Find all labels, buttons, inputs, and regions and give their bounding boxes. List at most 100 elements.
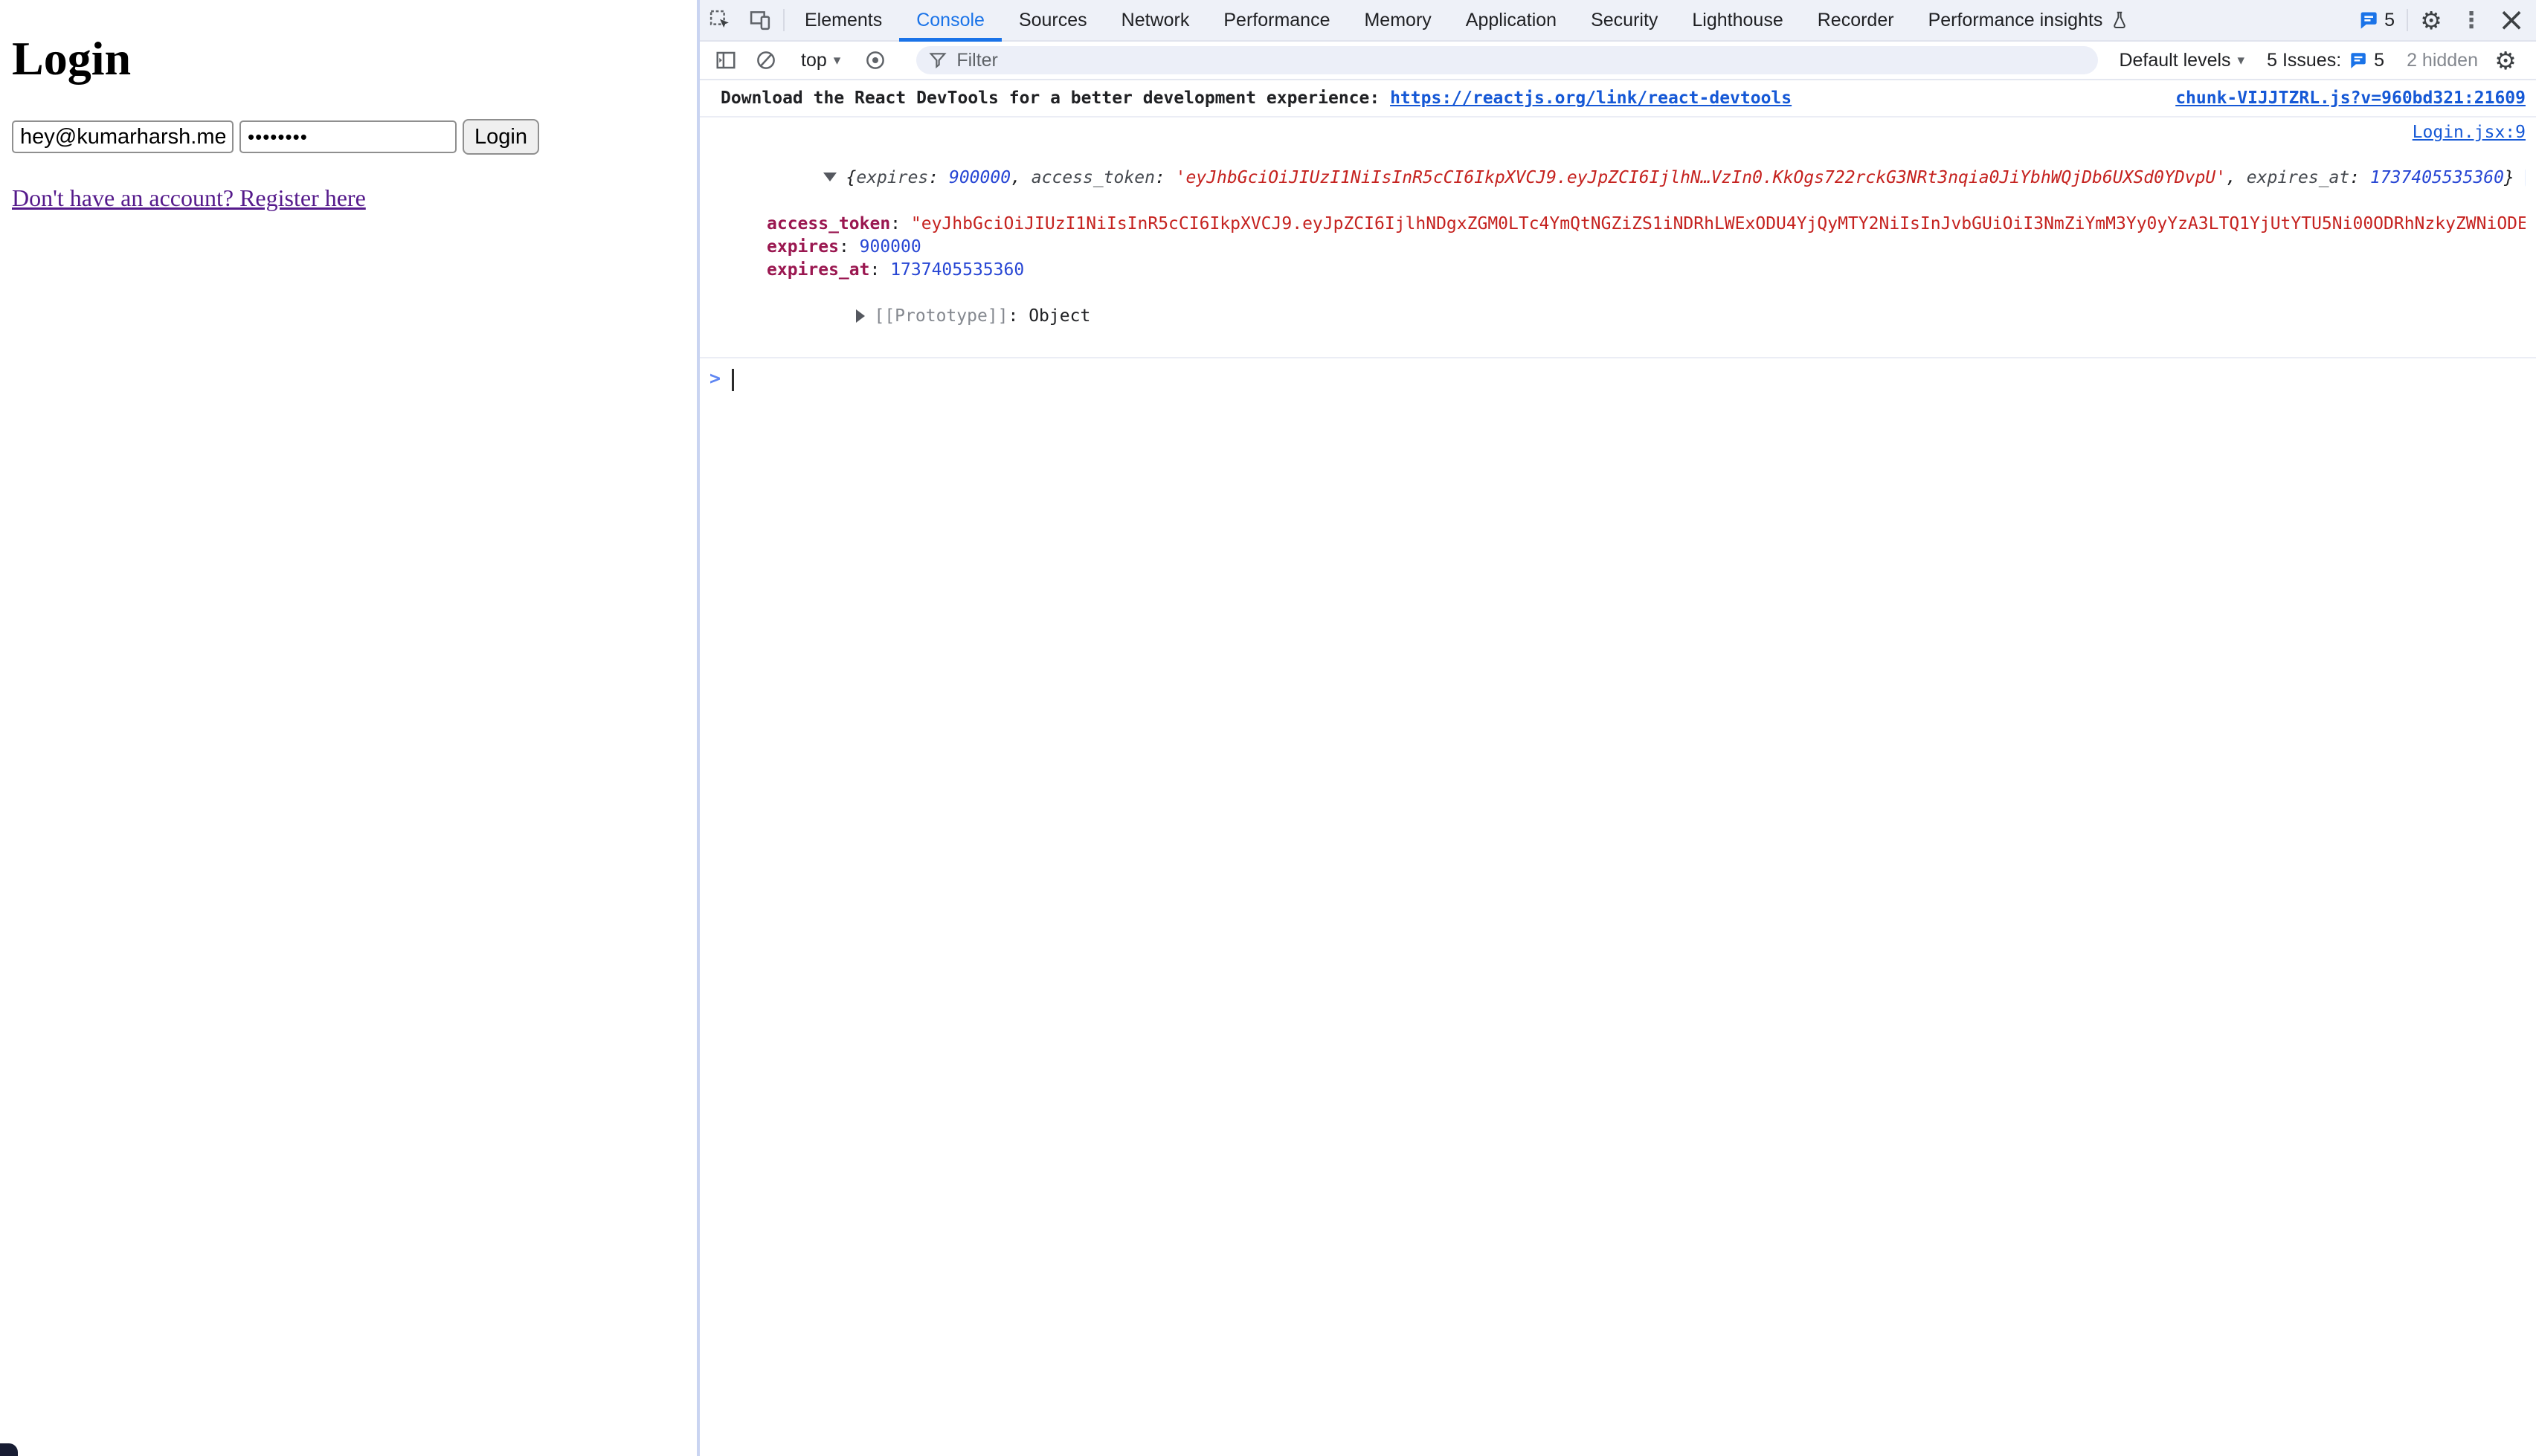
tab-security[interactable]: Security [1574,0,1675,40]
object-property-expires: expires: 900000 [721,236,2526,259]
text-cursor [732,369,734,391]
flask-icon [2110,10,2129,30]
console-message-object-log: Login.jsx:9 {expires: 900000, access_tok… [700,117,2536,358]
log-levels-selector[interactable]: Default levels ▾ [2111,50,2252,71]
gear-icon: ⚙ [2420,6,2442,35]
tab-application[interactable]: Application [1449,0,1574,40]
tab-label: Security [1591,10,1658,31]
object-prototype-line: [[Prototype]]: Object [721,282,2526,351]
tab-label: Memory [1364,10,1431,31]
info-icon[interactable]: i [2525,167,2526,188]
block-slash-icon [755,49,777,71]
console-filter-input[interactable]: Filter [916,46,2098,74]
object-property-access_token: access_token: "eyJhbGciOiJIUzI1NiIsInR5c… [721,213,2526,236]
clear-console-button[interactable] [746,49,786,71]
context-selector[interactable]: top ▾ [794,50,848,71]
dev-overlay-badge[interactable] [0,1443,18,1456]
tab-label: Recorder [1818,10,1894,31]
token-punct: , [2226,168,2247,187]
token-punct: : [928,168,949,187]
console-prompt[interactable]: > [700,358,2536,399]
issues-bubble-icon [2348,51,2367,70]
gear-icon: ⚙ [2494,46,2517,75]
issues-counter[interactable]: 5 Issues: 5 [2259,50,2392,71]
page-title: Login [12,31,697,86]
token-key: expires_at [2247,168,2349,187]
message-bubble-icon [2358,10,2378,30]
prompt-chevron-icon: > [709,367,721,389]
object-expanded-props: access_token: "eyJhbGciOiJIUzI1NiIsInR5c… [721,213,2526,282]
login-button[interactable]: Login [463,119,539,155]
property-value: 900000 [860,237,921,257]
inspect-cursor-icon [709,9,731,31]
tab-recorder[interactable]: Recorder [1800,0,1911,40]
object-property-expires_at: expires_at: 1737405535360 [721,259,2526,282]
devtools-close-button[interactable]: × [2491,0,2532,40]
login-page: Login Login Don't have an account? Regis… [0,0,697,1456]
devtools-panel: Elements Console Sources Network Performance… [700,0,2536,1456]
react-devtools-link[interactable]: https://reactjs.org/link/react-devtools [1390,88,1792,108]
browser-viewport: Login Login Don't have an account? Regis… [0,0,2536,1456]
hidden-messages-label[interactable]: 2 hidden [2399,50,2485,71]
devtools-tabs: Elements Console Sources Network Performance… [788,0,2146,40]
login-form: Login [12,119,697,155]
email-field[interactable] [12,120,234,153]
devtools-settings-button[interactable]: ⚙ [2411,0,2451,40]
eye-icon [864,49,886,71]
toolbar-separator [783,9,785,31]
tab-lighthouse[interactable]: Lighthouse [1675,0,1800,40]
tab-label: Elements [805,10,882,31]
property-key: access_token [767,214,890,233]
chevron-down-icon: ▾ [2238,52,2245,68]
kebab-menu-icon: ⋮ [2460,7,2482,33]
source-location-link[interactable]: chunk-VIJJTZRL.js?v=960bd321:21609 [2175,87,2526,109]
issues-count: 5 [2374,50,2384,71]
object-preview-tokens: {expires: 900000, access_token: 'eyJhbGc… [846,168,2514,187]
sidebar-panel-icon [715,49,737,71]
devtools-menu-button[interactable]: ⋮ [2451,0,2491,40]
devtools-tabbar: Elements Console Sources Network Performance… [700,0,2536,42]
object-preview-line: {expires: 900000, access_token: 'eyJhbGc… [721,144,2526,213]
tab-memory[interactable]: Memory [1347,0,1448,40]
property-key: expires [767,237,839,257]
token-punct: , [1011,168,1032,187]
console-message-react-devtools: Download the React DevTools for a better… [700,80,2536,117]
tab-sources[interactable]: Sources [1002,0,1104,40]
filter-placeholder: Filter [956,50,998,71]
tab-network[interactable]: Network [1104,0,1207,40]
token-num: 900000 [949,168,1011,187]
console-message-text: Download the React DevTools for a better… [721,87,2160,109]
console-settings-button[interactable]: ⚙ [2485,46,2526,75]
tabbar-right-controls: 5 ⚙ ⋮ × [2349,0,2536,40]
property-key: expires_at [767,260,869,280]
register-link[interactable]: Don't have an account? Register here [12,184,366,212]
console-sidebar-toggle[interactable] [706,49,746,71]
live-expression-button[interactable] [855,49,895,71]
console-toolbar: top ▾ Filter [700,42,2536,80]
inspect-element-button[interactable] [700,0,740,40]
console-messages-button[interactable]: 5 [2349,0,2404,40]
tab-label: Console [916,10,985,31]
password-field[interactable] [239,120,457,153]
tab-elements[interactable]: Elements [788,0,899,40]
close-icon: × [2498,4,2526,36]
tab-console[interactable]: Console [899,0,1002,40]
token-brace: { [846,168,856,187]
tab-performance-insights[interactable]: Performance insights [1911,0,2147,40]
chevron-down-icon: ▾ [834,52,841,68]
tab-label: Network [1121,10,1190,31]
tab-label: Sources [1019,10,1087,31]
token-punct: : [2349,168,2370,187]
token-str: 'eyJhbGciOiJIUzI1NiIsInR5cCI6IkpXVCJ9.ey… [1176,168,2226,187]
device-toolbar-button[interactable] [740,0,780,40]
expand-triangle-icon[interactable] [856,309,865,323]
token-key: access_token [1032,168,1155,187]
collapse-triangle-icon[interactable] [823,173,837,181]
issues-label: 5 Issues: [2267,50,2341,71]
tab-performance[interactable]: Performance [1206,0,1347,40]
source-location-link[interactable]: Login.jsx:9 [2413,123,2526,142]
levels-label: Default levels [2119,50,2230,71]
tab-label: Performance [1223,10,1330,31]
toolbar-separator [2407,9,2408,31]
message-count: 5 [2384,10,2395,31]
